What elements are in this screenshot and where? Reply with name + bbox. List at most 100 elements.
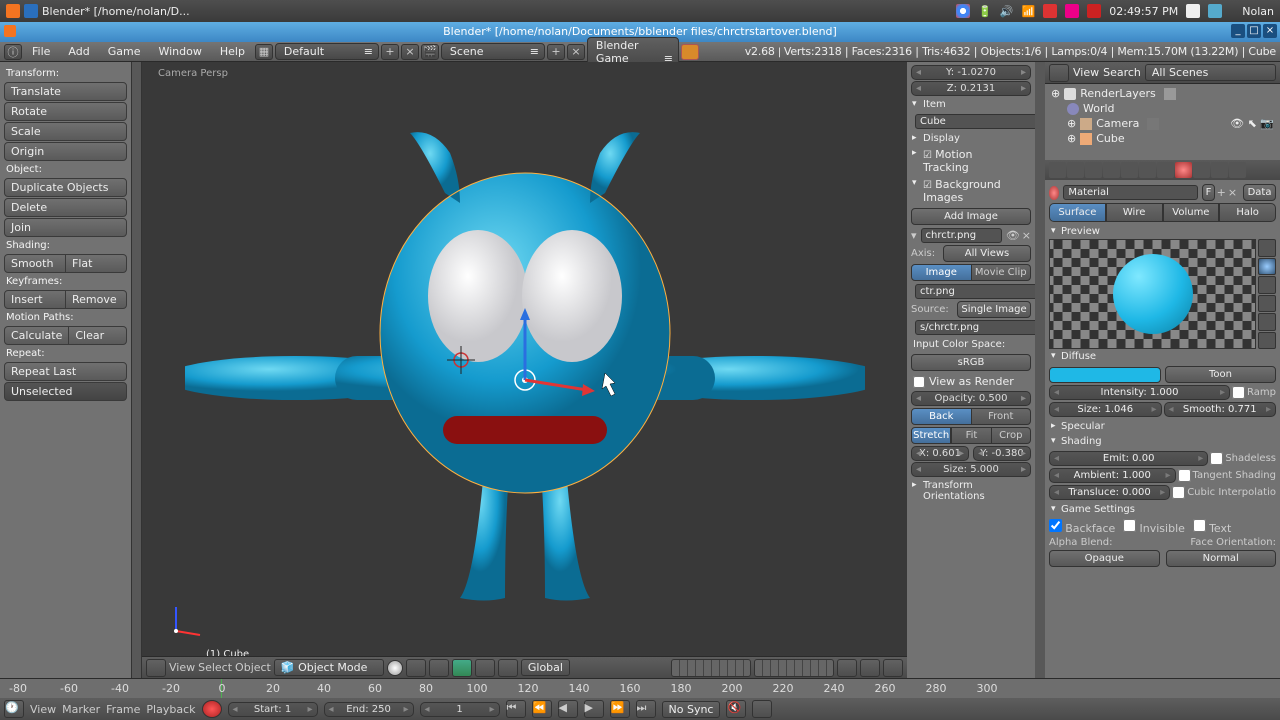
vh-select[interactable]: Select	[198, 661, 232, 674]
text-check[interactable]	[1193, 519, 1206, 532]
snap-icon[interactable]	[860, 659, 880, 677]
alert-icon[interactable]	[1043, 4, 1057, 18]
outliner-search[interactable]: Search	[1103, 66, 1141, 79]
timeline-ruler[interactable]: -80-60-40-200204060801001201401601802002…	[0, 678, 1280, 698]
tl-view[interactable]: View	[30, 703, 56, 716]
toolshelf-scrollbar[interactable]	[131, 62, 141, 678]
size-slider[interactable]: Size: 5.000	[911, 462, 1031, 477]
record-icon[interactable]	[202, 700, 222, 718]
tree-toggle-icon[interactable]: ⊕	[1067, 117, 1076, 130]
menu-add[interactable]: Add	[60, 43, 97, 60]
transform-orient-section[interactable]: Transform Orientations	[909, 478, 1033, 504]
next-key-icon[interactable]: ⏩	[610, 700, 630, 718]
start-frame[interactable]: Start: 1	[228, 702, 318, 717]
menu-help[interactable]: Help	[212, 43, 253, 60]
origin-button[interactable]: Origin	[4, 142, 127, 161]
play-icon[interactable]: ▶	[584, 700, 604, 718]
current-frame[interactable]: 1	[420, 702, 500, 717]
game-settings-section[interactable]: Game Settings	[1049, 502, 1276, 517]
diffuse-color[interactable]	[1049, 367, 1161, 383]
transform-y[interactable]: Y: -1.0270	[911, 65, 1031, 80]
diffuse-model-dropdown[interactable]: Toon	[1165, 366, 1276, 383]
eye-icon[interactable]: 👁	[1006, 229, 1020, 242]
scene-dropdown[interactable]: Scene	[441, 43, 545, 60]
scale-button[interactable]: Scale	[4, 122, 127, 141]
colorspace-dropdown[interactable]: sRGB	[911, 354, 1031, 371]
item-name-input[interactable]	[915, 114, 1035, 129]
preview-flat-icon[interactable]	[1258, 239, 1276, 257]
y-offset[interactable]: Y: -0.380	[973, 446, 1031, 461]
npanel-scrollbar[interactable]	[1035, 62, 1045, 678]
mode-dropdown[interactable]: 🧊 Object Mode	[274, 659, 384, 676]
screen-layout-dropdown[interactable]: Default	[275, 43, 379, 60]
close-button[interactable]: ×	[1263, 24, 1277, 38]
clear-button[interactable]: Clear	[69, 326, 127, 345]
calculate-button[interactable]: Calculate	[4, 326, 69, 345]
pin-icon[interactable]	[1164, 88, 1176, 100]
shadeless-check[interactable]	[1210, 452, 1223, 465]
tab-scene[interactable]	[1067, 162, 1084, 178]
alpha-blend-dropdown[interactable]: Opaque	[1049, 550, 1160, 567]
tab-constraints[interactable]	[1121, 162, 1138, 178]
preview-sky-icon[interactable]	[1258, 332, 1276, 350]
add-image-button[interactable]: Add Image	[911, 208, 1031, 225]
preview-sphere-icon[interactable]	[1258, 258, 1276, 276]
smooth-slider-diffuse[interactable]: Smooth: 0.771	[1164, 402, 1277, 417]
join-button[interactable]: Join	[4, 218, 127, 237]
flat-button[interactable]: Flat	[66, 254, 127, 273]
insert-key-button[interactable]: Insert	[4, 290, 66, 309]
emit-slider[interactable]: Emit: 0.00	[1049, 451, 1208, 466]
preview-cube-icon[interactable]	[1258, 276, 1276, 294]
expand-icon[interactable]: ▾	[911, 229, 917, 242]
outliner-editor-icon[interactable]	[1049, 64, 1069, 82]
maximize-button[interactable]: □	[1247, 24, 1261, 38]
user-label[interactable]: Nolan	[1242, 5, 1274, 18]
tl-frame[interactable]: Frame	[106, 703, 140, 716]
fake-user-button[interactable]: F	[1202, 184, 1214, 201]
shading-sphere-icon[interactable]	[387, 660, 403, 676]
menu-window[interactable]: Window	[150, 43, 209, 60]
front-button[interactable]: Front	[972, 408, 1032, 425]
editor-type-icon[interactable]: ⓘ	[4, 44, 22, 60]
visibility-icon[interactable]: 👁 ⬉ 📷	[1230, 117, 1274, 130]
chrome-icon[interactable]	[956, 4, 970, 18]
jump-end-icon[interactable]: ⏭	[636, 700, 656, 718]
backface-check[interactable]	[1049, 519, 1062, 532]
scale-gizmo-icon[interactable]	[498, 659, 518, 677]
minimize-button[interactable]: _	[1231, 24, 1245, 38]
taskbar-app-title[interactable]: Blender* [/home/nolan/D...	[42, 5, 190, 18]
vh-object[interactable]: Object	[235, 661, 271, 674]
x-offset[interactable]: X: 0.601	[911, 446, 969, 461]
motion-tracking-section[interactable]: ☑ Motion Tracking	[909, 146, 1033, 176]
size-slider-diffuse[interactable]: Size: 1.046	[1049, 402, 1162, 417]
face-orient-dropdown[interactable]: Normal	[1166, 550, 1277, 567]
smooth-button[interactable]: Smooth	[4, 254, 66, 273]
preview-monkey-icon[interactable]	[1258, 295, 1276, 313]
orientation-dropdown[interactable]: Global	[521, 659, 570, 676]
shading-section[interactable]: Shading	[1049, 434, 1276, 449]
speaker-icon[interactable]: 🔇	[726, 700, 746, 718]
tl-playback[interactable]: Playback	[146, 703, 195, 716]
intensity-slider[interactable]: Intensity: 1.000	[1049, 385, 1230, 400]
fit-button[interactable]: Fit	[951, 427, 991, 444]
opacity-slider[interactable]: Opacity: 0.500	[911, 391, 1031, 406]
transform-z[interactable]: Z: 0.2131	[911, 81, 1031, 96]
tab-material[interactable]	[1175, 162, 1192, 178]
surface-tab[interactable]: Surface	[1049, 203, 1106, 222]
wifi-icon[interactable]: 📶	[1022, 5, 1036, 18]
remove-material-icon[interactable]: ×	[1228, 186, 1237, 199]
tab-render[interactable]	[1049, 162, 1066, 178]
source-dropdown[interactable]: Single Image	[957, 301, 1031, 318]
tree-toggle-icon[interactable]: ⊕	[1051, 87, 1060, 100]
stretch-button[interactable]: Stretch	[911, 427, 951, 444]
translate-button[interactable]: Translate	[4, 82, 127, 101]
rotate-gizmo-icon[interactable]	[475, 659, 495, 677]
proportional-icon[interactable]	[837, 659, 857, 677]
cubic-check[interactable]	[1172, 486, 1185, 499]
material-name-input[interactable]	[1063, 185, 1198, 200]
prev-key-icon[interactable]: ⏪	[532, 700, 552, 718]
ramp-check[interactable]	[1232, 386, 1245, 399]
rotate-button[interactable]: Rotate	[4, 102, 127, 121]
image-tab[interactable]: Image	[911, 264, 972, 281]
duplicate-button[interactable]: Duplicate Objects	[4, 178, 127, 197]
